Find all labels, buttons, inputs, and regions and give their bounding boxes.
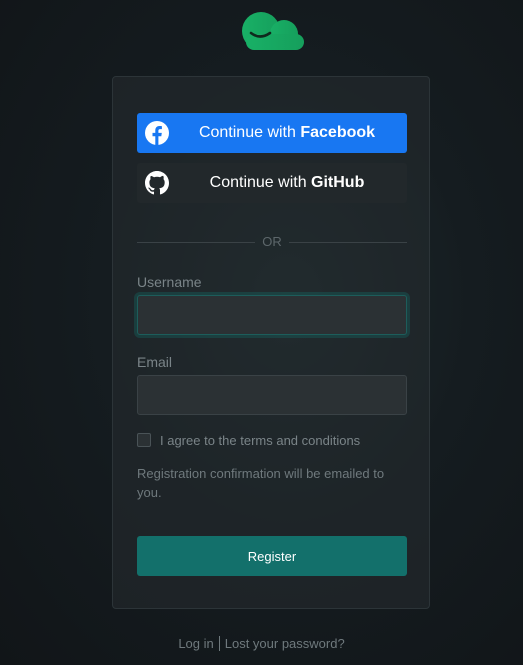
or-divider: OR (137, 235, 407, 249)
username-label: Username (137, 274, 202, 290)
divider-line-right (289, 242, 407, 243)
footer-links: Log in Lost your password? (0, 636, 523, 651)
logo-cloud-icon (242, 12, 304, 50)
register-card: Continue with Facebook Continue with Git… (112, 76, 430, 609)
username-input[interactable] (137, 295, 407, 335)
github-icon (145, 171, 169, 195)
footer-separator (218, 636, 220, 651)
login-link[interactable]: Log in (178, 636, 213, 651)
continue-with-facebook-button[interactable]: Continue with Facebook (137, 113, 407, 153)
github-button-label: Continue with GitHub (209, 174, 365, 191)
email-input[interactable] (137, 375, 407, 415)
terms-row: I agree to the terms and conditions (137, 431, 360, 449)
terms-label[interactable]: I agree to the terms and conditions (160, 433, 360, 448)
terms-checkbox[interactable] (137, 433, 151, 447)
email-label: Email (137, 354, 173, 370)
facebook-icon (145, 121, 169, 145)
register-button[interactable]: Register (137, 536, 407, 576)
facebook-button-label: Continue with Facebook (198, 124, 376, 141)
registration-note: Registration confirmation will be emaile… (137, 466, 385, 500)
lost-password-link[interactable]: Lost your password? (225, 636, 345, 651)
continue-with-github-button[interactable]: Continue with GitHub (137, 163, 407, 203)
